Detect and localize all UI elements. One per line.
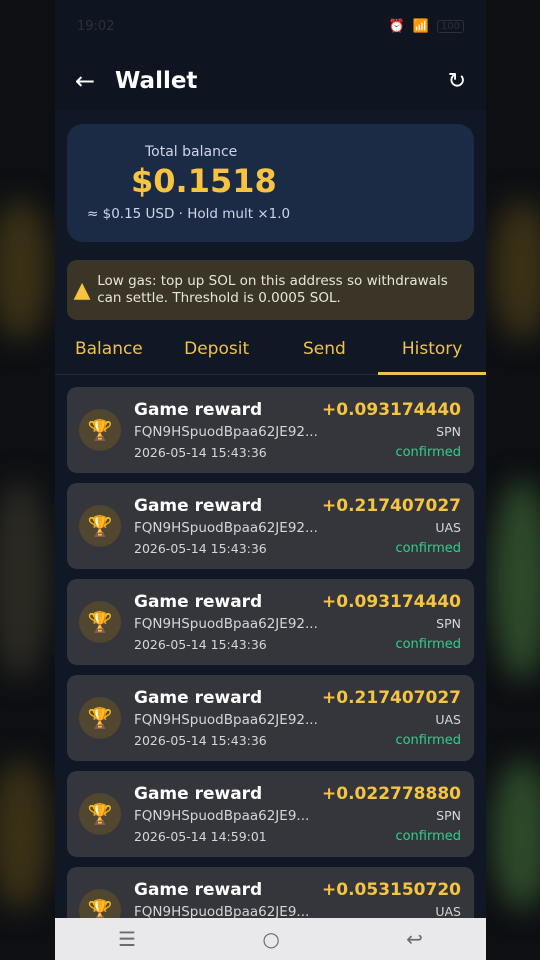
item-title: Game reward [134,880,263,900]
item-amount: +0.053150720 [322,880,461,900]
trophy-icon: 🏆 [79,505,121,547]
status-time: 19:02 [77,18,115,34]
history-item[interactable]: 🏆 Game reward FQN9HSpuodBpaa62JE92... 20… [67,387,474,473]
item-date: 2026-05-14 15:43:36 [134,637,267,652]
history-item[interactable]: 🏆 Game reward FQN9HSpuodBpaa62JE92... 20… [67,579,474,665]
phone-screen: 19:02 ⏰ 📶 100 ← Wallet ↻ Total balance $… [55,0,486,960]
tab-balance[interactable]: Balance [55,324,163,374]
item-amount: +0.022778880 [322,784,461,804]
item-title: Game reward [134,784,263,804]
background-blur [0,200,50,340]
item-status: confirmed [395,541,461,556]
system-nav-bar: ☰ ○ ↩ [55,918,486,960]
item-date: 2026-05-14 15:43:36 [134,733,267,748]
background-blur [0,480,50,680]
recents-icon[interactable]: ☰ [118,927,136,951]
balance-label: Total balance [145,144,238,160]
back-nav-icon[interactable]: ↩ [406,927,423,951]
wallet-tabs: Balance Deposit Send History [55,324,486,375]
item-token: SPN [436,424,461,439]
alarm-icon: ⏰ [388,18,405,34]
balance-subtext: ≈ $0.15 USD · Hold mult ×1.0 [87,206,291,222]
item-date: 2026-05-14 15:43:36 [134,541,267,556]
trophy-icon: 🏆 [79,601,121,643]
item-status: confirmed [395,445,461,460]
status-icons: ⏰ 📶 100 [389,19,464,34]
back-arrow-icon[interactable]: ← [75,67,115,95]
refresh-icon[interactable]: ↻ [448,69,466,94]
item-amount: +0.093174440 [322,400,461,420]
history-item[interactable]: 🏆 Game reward FQN9HSpuodBpaa62JE9... 202… [67,771,474,857]
tab-send[interactable]: Send [271,324,379,374]
item-date: 2026-05-14 15:43:36 [134,445,267,460]
history-list: 🏆 Game reward FQN9HSpuodBpaa62JE92... 20… [55,375,486,953]
history-item[interactable]: 🏆 Game reward FQN9HSpuodBpaa62JE92... 20… [67,675,474,761]
item-address: FQN9HSpuodBpaa62JE92... [134,520,318,536]
item-title: Game reward [134,592,263,612]
item-status: confirmed [395,637,461,652]
background-blur [492,760,540,910]
low-gas-warning: ▲ Low gas: top up SOL on this address so… [67,260,474,320]
item-amount: +0.093174440 [322,592,461,612]
tab-history[interactable]: History [378,324,486,375]
item-token: UAS [435,904,461,919]
item-title: Game reward [134,496,263,516]
warning-text: Low gas: top up SOL on this address so w… [97,273,448,306]
item-address: FQN9HSpuodBpaa62JE9... [134,808,310,824]
history-item[interactable]: 🏆 Game reward FQN9HSpuodBpaa62JE92... 20… [67,483,474,569]
background-blur [492,200,540,340]
item-token: SPN [436,808,461,823]
tab-deposit[interactable]: Deposit [163,324,271,374]
battery-indicator: 100 [436,19,464,33]
background-blur [492,480,540,680]
item-title: Game reward [134,688,263,708]
item-token: SPN [436,616,461,631]
balance-card: Total balance $0.1518 ≈ $0.15 USD · Hold… [67,124,474,242]
item-amount: +0.217407027 [322,496,461,516]
trophy-icon: 🏆 [79,409,121,451]
trophy-icon: 🏆 [79,697,121,739]
background-blur [0,760,50,910]
item-status: confirmed [395,733,461,748]
item-token: UAS [435,712,461,727]
item-amount: +0.217407027 [322,688,461,708]
item-address: FQN9HSpuodBpaa62JE92... [134,712,318,728]
item-status: confirmed [395,829,461,844]
warning-triangle-icon: ▲ [73,277,91,303]
item-date: 2026-05-14 14:59:01 [134,829,267,844]
page-title: Wallet [115,68,198,94]
item-address: FQN9HSpuodBpaa62JE92... [134,616,318,632]
balance-value: $0.1518 [131,162,277,200]
trophy-icon: 🏆 [79,793,121,835]
status-bar: 19:02 ⏰ 📶 100 [55,0,486,52]
wifi-icon: 📶 [412,18,429,34]
item-token: UAS [435,520,461,535]
app-header: ← Wallet ↻ [55,52,486,110]
home-icon[interactable]: ○ [262,927,279,951]
item-address: FQN9HSpuodBpaa62JE92... [134,424,318,440]
item-title: Game reward [134,400,263,420]
